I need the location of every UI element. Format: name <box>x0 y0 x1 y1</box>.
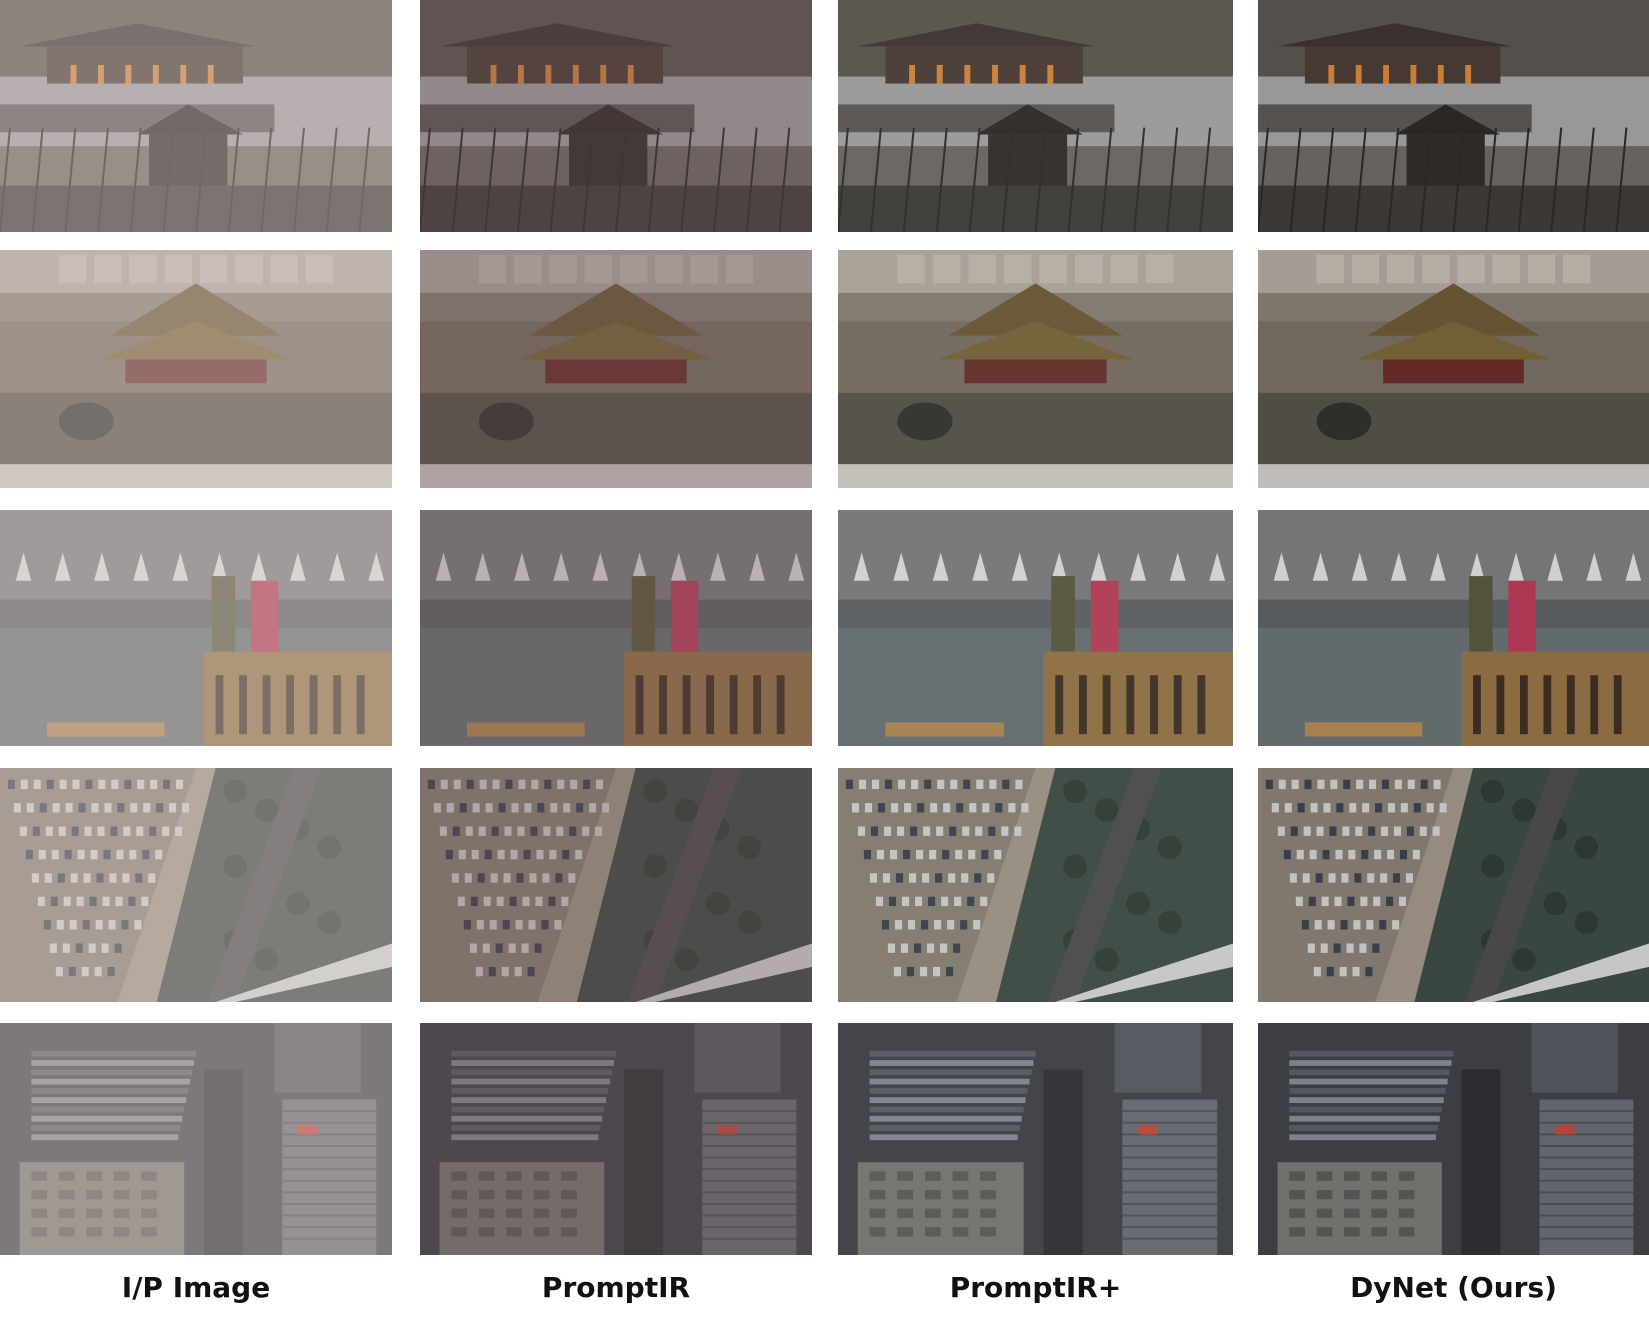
scene-buildings-aerial-icon <box>1258 1023 1649 1255</box>
image-corner-tower-haze-promptir-plus <box>838 250 1233 488</box>
image-aerial-parking-lot-promptir-plus <box>838 768 1233 1002</box>
scene-parking-aerial-icon <box>420 768 812 1002</box>
image-aerial-office-buildings-promptir <box>420 1023 812 1255</box>
scene-corner-tower-icon <box>1258 250 1649 488</box>
image-aerial-office-buildings-input <box>0 1023 392 1255</box>
column-label-input: I/P Image <box>121 1271 271 1304</box>
image-aerial-office-buildings-promptir-plus <box>838 1023 1233 1255</box>
image-boat-costumed-actors-promptir <box>420 510 812 746</box>
image-boat-costumed-actors-promptir-plus <box>838 510 1233 746</box>
scene-buildings-aerial-icon <box>0 1023 392 1255</box>
image-aerial-parking-lot-promptir <box>420 768 812 1002</box>
image-corner-tower-haze-dynet <box>1258 250 1649 488</box>
scene-corner-tower-icon <box>0 250 392 488</box>
image-aerial-office-buildings-dynet <box>1258 1023 1649 1255</box>
image-aerial-parking-lot-input <box>0 768 392 1002</box>
scene-parking-aerial-icon <box>1258 768 1649 1002</box>
scene-pavilion-river-icon <box>420 0 812 232</box>
image-corner-tower-haze-promptir <box>420 250 812 488</box>
column-label-dynet: DyNet (Ours) <box>1350 1271 1557 1304</box>
image-boat-costumed-actors-dynet <box>1258 510 1649 746</box>
image-palace-river-dusk-promptir <box>420 0 812 232</box>
scene-buildings-aerial-icon <box>420 1023 812 1255</box>
scene-corner-tower-icon <box>838 250 1233 488</box>
scene-boat-figures-icon <box>838 510 1233 746</box>
column-label-promptir: PromptIR <box>541 1271 691 1304</box>
scene-parking-aerial-icon <box>838 768 1233 1002</box>
image-palace-river-dusk-input <box>0 0 392 232</box>
scene-corner-tower-icon <box>420 250 812 488</box>
image-corner-tower-haze-input <box>0 250 392 488</box>
scene-boat-figures-icon <box>0 510 392 746</box>
scene-pavilion-river-icon <box>1258 0 1649 232</box>
image-palace-river-dusk-promptir-plus <box>838 0 1233 232</box>
scene-buildings-aerial-icon <box>838 1023 1233 1255</box>
image-boat-costumed-actors-input <box>0 510 392 746</box>
scene-boat-figures-icon <box>1258 510 1649 746</box>
scene-parking-aerial-icon <box>0 768 392 1002</box>
scene-pavilion-river-icon <box>0 0 392 232</box>
scene-boat-figures-icon <box>420 510 812 746</box>
column-label-promptir-plus: PromptIR+ <box>949 1271 1122 1304</box>
image-palace-river-dusk-dynet <box>1258 0 1649 232</box>
image-aerial-parking-lot-dynet <box>1258 768 1649 1002</box>
scene-pavilion-river-icon <box>838 0 1233 232</box>
